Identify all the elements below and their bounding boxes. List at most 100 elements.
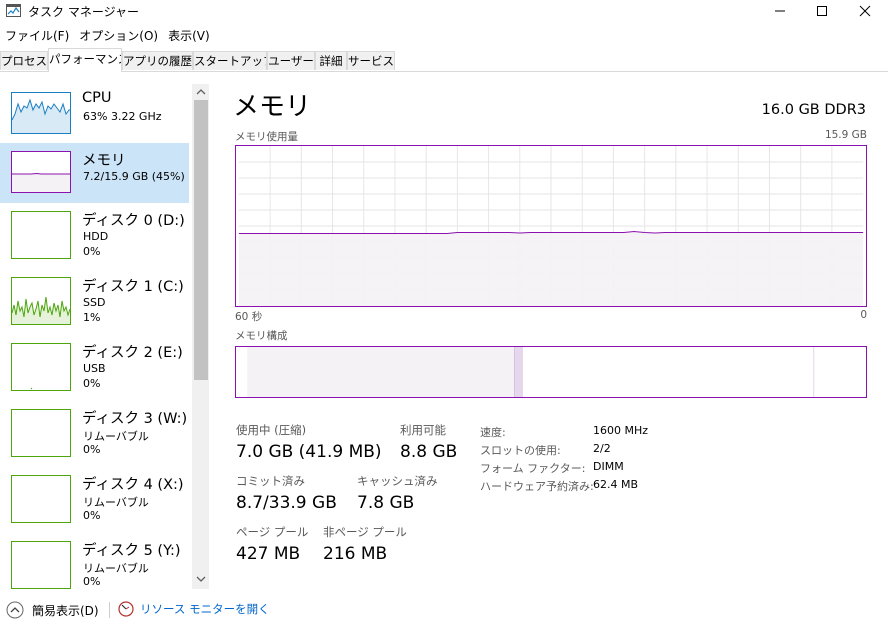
form-factor-label: フォーム ファクター: (480, 462, 586, 475)
resource-detail: 7.2/15.9 GB (45%) (83, 170, 185, 183)
composition-free (814, 347, 855, 397)
tab-startup[interactable]: スタートアップ (193, 51, 267, 70)
tab-performance[interactable]: パフォーマンス (48, 48, 122, 72)
resource-monitor-icon (118, 601, 134, 617)
resource-type: リムーバブル (83, 562, 149, 575)
open-resource-monitor-link[interactable]: リソース モニターを開く (118, 601, 270, 617)
scroll-down-icon[interactable] (195, 573, 207, 587)
minimize-button[interactable] (757, 0, 803, 22)
page-title: メモリ (233, 92, 312, 122)
resource-type: リムーバブル (83, 496, 149, 509)
time-axis-right: 0 (860, 309, 867, 321)
footer-divider (109, 602, 110, 618)
resource-usage: 0% (83, 443, 101, 456)
scroll-up-icon[interactable] (195, 86, 207, 100)
resource-list: CPU 63% 3.22 GHz メモリ 7.2/15.9 GB (45%) デ… (0, 84, 190, 589)
resource-item-cpu[interactable]: CPU 63% 3.22 GHz (0, 84, 189, 144)
disk-1-thumbnail-graph (11, 277, 71, 325)
resource-usage: 1% (83, 311, 101, 324)
disk-3-thumbnail-graph (11, 409, 71, 457)
available-value: 8.8 GB (400, 442, 458, 462)
tab-bar: プロセス パフォーマンス アプリの履歴 スタートアップ ユーザー 詳細 サービス (0, 48, 888, 72)
resource-name: ディスク 1 (C:) (82, 279, 184, 295)
time-axis-left: 60 秒 (235, 311, 263, 323)
resource-type: HDD (83, 230, 109, 243)
slots-value: 2/2 (593, 442, 611, 455)
resource-item-disk-2[interactable]: ディスク 2 (E:) USB 0% (0, 335, 189, 395)
resource-type: SSD (83, 296, 106, 309)
resource-type: リムーバブル (83, 430, 149, 443)
slots-label: スロットの使用: (480, 444, 561, 457)
resource-detail: 63% 3.22 GHz (83, 110, 162, 123)
menu-view[interactable]: 表示(V) (163, 24, 215, 44)
paged-pool-label: ページ プール (236, 525, 309, 539)
memory-thumbnail-graph (11, 151, 71, 193)
fewer-details-label: 簡易表示(D) (32, 603, 99, 618)
cached-label: キャッシュ済み (357, 474, 438, 488)
close-button[interactable] (842, 0, 888, 22)
tab-app-history[interactable]: アプリの履歴 (122, 51, 193, 70)
resource-item-disk-4[interactable]: ディスク 4 (X:) リムーバブル 0% (0, 467, 189, 527)
disk-0-thumbnail-graph (11, 211, 71, 259)
resource-usage: 0% (83, 245, 101, 258)
tab-services[interactable]: サービス (347, 51, 395, 70)
scrollbar-thumb[interactable] (194, 100, 208, 380)
tab-processes[interactable]: プロセス (0, 51, 48, 70)
fewer-details-button[interactable]: 簡易表示(D) (6, 601, 99, 619)
resource-name: CPU (82, 90, 112, 106)
maximize-icon (817, 6, 827, 16)
resource-name: ディスク 3 (W:) (82, 411, 188, 427)
resource-name: ディスク 0 (D:) (82, 213, 185, 229)
resource-name: ディスク 2 (E:) (82, 345, 183, 361)
memory-spec: 16.0 GB DDR3 (761, 102, 866, 118)
speed-label: 速度: (480, 426, 506, 439)
composition-standby (522, 347, 815, 397)
hardware-reserved-label: ハードウェア予約済み: (480, 480, 594, 493)
disk-4-thumbnail-graph (11, 475, 71, 523)
composition-in-use (247, 347, 515, 397)
memory-composition-bar (235, 346, 867, 398)
memory-usage-graph (235, 145, 867, 307)
resource-name: ディスク 4 (X:) (82, 477, 184, 493)
tab-details[interactable]: 詳細 (315, 51, 347, 70)
tab-users[interactable]: ユーザー (267, 51, 315, 70)
nonpaged-pool-value: 216 MB (323, 544, 388, 564)
speed-value: 1600 MHz (593, 424, 649, 437)
in-use-value: 7.0 GB (41.9 MB) (236, 442, 382, 462)
menu-file[interactable]: ファイル(F) (0, 24, 74, 44)
maximize-button[interactable] (799, 0, 845, 22)
usage-graph-max: 15.9 GB (824, 129, 867, 141)
footer: 簡易表示(D) リソース モニターを開く (0, 591, 888, 629)
cpu-thumbnail-graph (11, 92, 71, 134)
task-manager-icon (6, 4, 21, 17)
usage-graph-fill (238, 231, 864, 306)
disk-2-thumbnail-graph (11, 343, 71, 391)
menu-options[interactable]: オプション(O) (74, 24, 163, 44)
resource-item-disk-3[interactable]: ディスク 3 (W:) リムーバブル 0% (0, 401, 189, 461)
resource-name: ディスク 5 (Y:) (82, 543, 181, 559)
resource-item-disk-1[interactable]: ディスク 1 (C:) SSD 1% (0, 269, 189, 329)
composition-modified (514, 347, 523, 397)
usage-graph-label: メモリ使用量 (235, 131, 298, 143)
title-bar: タスク マネージャー (0, 0, 888, 22)
resource-monitor-link-text: リソース モニターを開く (140, 602, 270, 616)
cached-value: 7.8 GB (357, 493, 415, 513)
available-label: 利用可能 (400, 423, 446, 437)
close-icon (859, 5, 871, 17)
resource-name: メモリ (82, 153, 126, 169)
window-title: タスク マネージャー (28, 5, 139, 19)
resource-usage: 0% (83, 509, 101, 522)
minimize-icon (775, 10, 785, 12)
hardware-reserved-value: 62.4 MB (593, 478, 639, 491)
in-use-label: 使用中 (圧縮) (236, 423, 307, 437)
chevron-up-circle-icon (6, 601, 24, 619)
paged-pool-value: 427 MB (236, 544, 301, 564)
committed-value: 8.7/33.9 GB (236, 493, 337, 513)
form-factor-value: DIMM (593, 460, 624, 473)
resource-item-disk-0[interactable]: ディスク 0 (D:) HDD 0% (0, 203, 189, 263)
resource-item-memory[interactable]: メモリ 7.2/15.9 GB (45%) (0, 143, 189, 203)
disk-5-thumbnail-graph (11, 541, 71, 589)
nonpaged-pool-label: 非ページ プール (323, 525, 407, 539)
menu-bar: ファイル(F) オプション(O) 表示(V) (0, 24, 888, 44)
resource-item-disk-5[interactable]: ディスク 5 (Y:) リムーバブル 0% (0, 533, 189, 589)
